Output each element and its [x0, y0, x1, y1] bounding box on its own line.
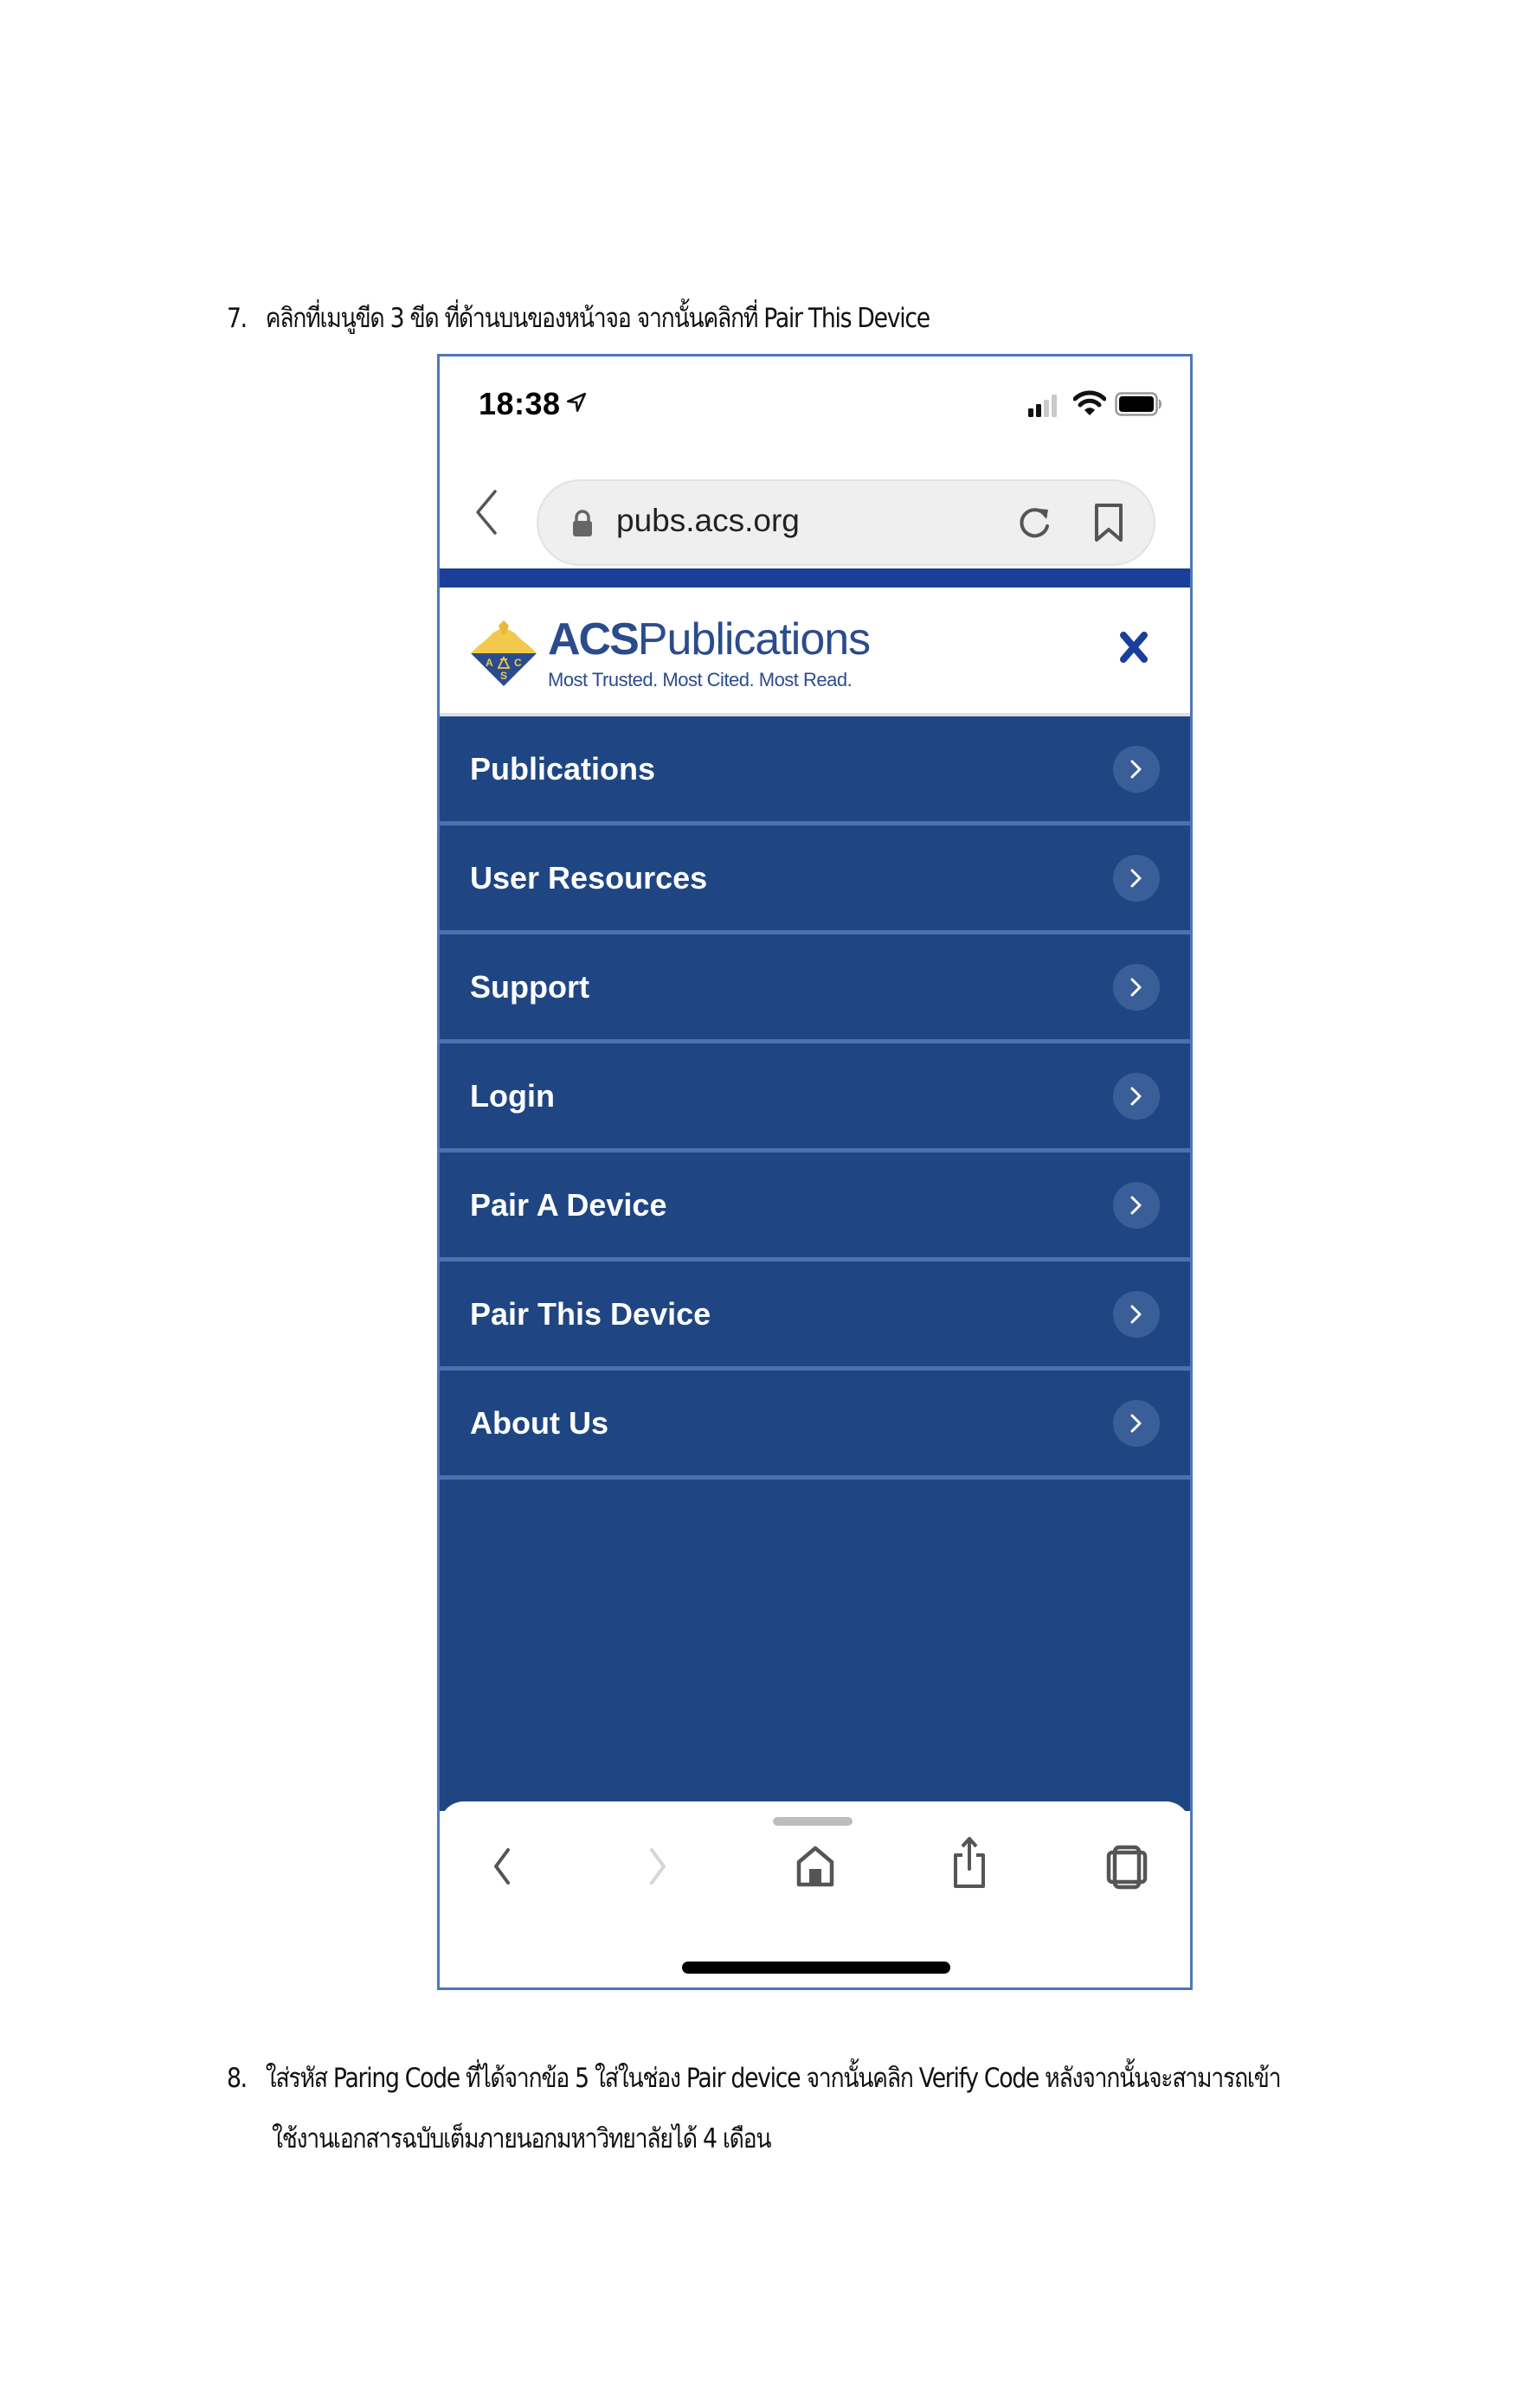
chevron-right-icon[interactable]	[1113, 855, 1160, 902]
chevron-right-icon[interactable]	[1113, 1400, 1160, 1447]
menu-item-about-us[interactable]: About Us	[440, 1371, 1190, 1480]
share-icon[interactable]	[950, 1836, 988, 1890]
menu-item-label: Pair This Device	[470, 1296, 711, 1332]
step-text-line-1: ใส่รหัส Paring Code ที่ได้จากข้อ 5 ใส่ใน…	[265, 2063, 1282, 2094]
chevron-right-icon[interactable]	[1113, 1291, 1160, 1338]
battery-icon	[1115, 392, 1162, 416]
menu-item-support[interactable]: Support	[440, 934, 1190, 1043]
browser-address-row: pubs.acs.org	[440, 460, 1190, 566]
menu-item-label: User Resources	[470, 860, 708, 896]
menu-item-publications[interactable]: Publications	[440, 716, 1190, 825]
step-text: คลิกที่เมนูขีด 3 ขีด ที่ด้านบนของหน้าจอ …	[265, 303, 930, 334]
site-header: A C S ACSPublications Most Trusted. Most…	[440, 588, 1190, 716]
step-7-instruction: 7. คลิกที่เมนูขีด 3 ขีด ที่ด้านบนของหน้าจ…	[227, 296, 930, 339]
status-bar: 18:38	[440, 356, 1190, 452]
step-number: 7.	[227, 303, 248, 334]
reload-icon[interactable]	[1016, 504, 1054, 542]
address-bar[interactable]: pubs.acs.org	[537, 479, 1155, 566]
step-number: 8.	[227, 2063, 248, 2094]
step-8-instruction-continued: ใช้งานเอกสารฉบับเต็มภายนอกมหาวิทยาลัยได้…	[272, 2116, 772, 2160]
menu-item-label: Support	[470, 969, 589, 1005]
wifi-icon	[1073, 390, 1106, 415]
menu-item-pair-this-device[interactable]: Pair This Device	[440, 1262, 1190, 1371]
chevron-right-icon[interactable]	[1113, 746, 1160, 793]
browser-toolbar	[440, 1801, 1190, 1987]
bookmark-icon[interactable]	[1092, 503, 1125, 543]
menu-item-pair-a-device[interactable]: Pair A Device	[440, 1153, 1190, 1262]
brand-name[interactable]: ACSPublications	[548, 613, 871, 665]
chevron-right-icon[interactable]	[1113, 1182, 1160, 1229]
logo-letter-a: A	[486, 657, 493, 669]
close-x-icon[interactable]	[1119, 631, 1149, 664]
forward-icon[interactable]	[643, 1845, 672, 1888]
menu-item-label: Pair A Device	[470, 1187, 667, 1223]
logo-letter-c: C	[514, 657, 522, 669]
logo-letter-s: S	[500, 670, 507, 682]
home-icon[interactable]	[795, 1845, 836, 1888]
step-text-line-2: ใช้งานเอกสารฉบับเต็มภายนอกมหาวิทยาลัยได้…	[272, 2123, 772, 2154]
back-chevron-icon[interactable]	[473, 488, 499, 536]
step-8-instruction: 8. ใส่รหัส Paring Code ที่ได้จากข้อ 5 ใส่…	[227, 2056, 1282, 2099]
status-time: 18:38	[479, 386, 561, 421]
menu-item-login[interactable]: Login	[440, 1043, 1190, 1153]
navigation-menu: Publications User Resources Support Logi…	[440, 716, 1190, 1811]
brand-acs: ACS	[548, 614, 640, 665]
brand-publications: Publications	[637, 614, 871, 665]
cellular-signal-icon	[1028, 395, 1057, 417]
menu-item-user-resources[interactable]: User Resources	[440, 825, 1190, 934]
acs-logo-icon[interactable]: A C S	[469, 620, 538, 688]
menu-item-label: About Us	[470, 1405, 608, 1441]
phone-screenshot: 18:38 pubs.acs.org A C S ACSPublications…	[437, 354, 1193, 1990]
site-top-bar	[440, 568, 1190, 588]
location-arrow-icon	[566, 392, 587, 413]
home-indicator[interactable]	[682, 1962, 950, 1974]
drag-handle[interactable]	[773, 1817, 853, 1826]
chevron-right-icon[interactable]	[1113, 1073, 1160, 1120]
menu-item-label: Publications	[470, 751, 656, 787]
chevron-right-icon[interactable]	[1113, 964, 1160, 1011]
brand-tagline: Most Trusted. Most Cited. Most Read.	[548, 669, 853, 690]
tabs-icon[interactable]	[1106, 1845, 1148, 1890]
menu-item-label: Login	[470, 1078, 555, 1114]
lock-icon	[573, 510, 592, 536]
url-text[interactable]: pubs.acs.org	[616, 503, 800, 539]
back-icon[interactable]	[487, 1845, 517, 1888]
